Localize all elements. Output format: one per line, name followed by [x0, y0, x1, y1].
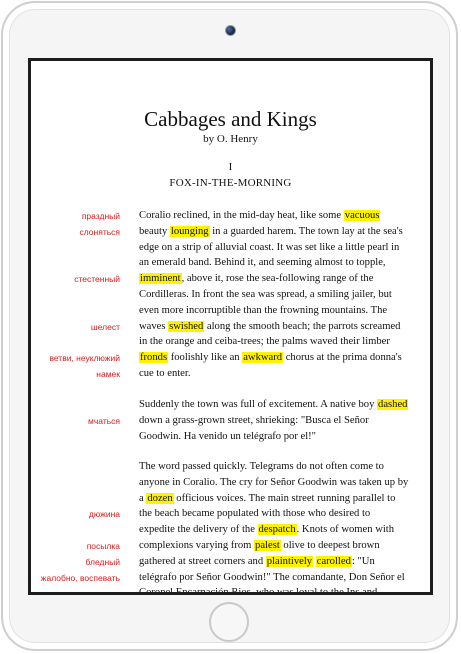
text-line: fronds foolishly like an awkward chorus … — [139, 350, 402, 366]
text-line: telégrafo por Señor Goodwin!" The comand… — [139, 570, 405, 586]
highlighted-word[interactable]: awkward — [242, 352, 284, 364]
text-span: even more incorruptible than the frownin… — [139, 304, 388, 316]
translation-gloss: слоняться — [79, 226, 120, 237]
text-span: in a guarded harem. The town lay at the … — [209, 225, 403, 237]
home-button[interactable] — [209, 602, 249, 642]
book-title: Cabbages and Kings — [144, 107, 317, 131]
front-camera — [225, 25, 236, 36]
text-span: beauty — [139, 225, 170, 237]
text-span: Cordilleras. In front the sea was spread… — [139, 288, 392, 300]
highlighted-word[interactable]: dozen — [146, 492, 174, 504]
text-span: complexions varying from — [139, 539, 255, 551]
text-line: Suddenly the town was full of excitement… — [139, 397, 409, 413]
text-span: edge on a strip of alluvial coast. It wa… — [139, 241, 400, 253]
chapter-number: I — [228, 161, 233, 173]
text-span: waves — [139, 320, 169, 332]
text-line: the beach became populated with those wh… — [139, 506, 399, 522]
text-line: an emerald band. Behind it, and seeming … — [139, 255, 399, 271]
text-span: olive to deepest brown — [280, 539, 380, 551]
translation-gloss: посылка — [86, 541, 120, 551]
text-line: The word passed quickly. Telegrams do no… — [139, 459, 399, 475]
text-line: Cordilleras. In front the sea was spread… — [139, 287, 399, 303]
reader-screen: Cabbages and Kings by O. Henry I FOX-IN-… — [31, 61, 430, 592]
paragraph: Suddenly the town was full of excitement… — [139, 397, 409, 445]
text-span: : "Un — [351, 555, 375, 567]
text-span: Suddenly the town was full of excitement… — [139, 399, 378, 410]
translation-gloss: жалобно, воспевать — [40, 572, 120, 583]
text-span: along the smooth beach; the parrots scre… — [204, 320, 401, 332]
text-line: Coralio reclined, in the mid-day heat, l… — [139, 208, 399, 224]
text-line: gathered at street corners and plaintive… — [139, 554, 399, 570]
translation-gloss: бледный — [85, 556, 121, 567]
highlighted-word[interactable]: lounging — [169, 225, 210, 237]
text-span: chorus at the prima donna's — [283, 352, 402, 364]
highlighted-word[interactable]: swished — [168, 320, 205, 332]
text-span: telégrafo por Señor Goodwin!" The comand… — [139, 571, 405, 583]
text-span: foolishly like an — [168, 352, 243, 364]
text-span: , above it, rose the sea-following range… — [181, 273, 374, 285]
paragraph: The word passed quickly. Telegrams do no… — [139, 459, 408, 592]
text-span: down a grass-grown street, shrieking: "B… — [139, 414, 369, 426]
text-line: edge on a strip of alluvial coast. It wa… — [139, 240, 399, 256]
translation-gloss: шелест — [90, 321, 120, 332]
text-line: complexions varying from palest olive to… — [139, 538, 399, 554]
paragraph: Coralio reclined, in the mid-day heat, l… — [139, 208, 403, 382]
text-line: a dozen officious voices. The main stree… — [139, 491, 399, 507]
text-span: in the orange and ceiba-trees; the palms… — [139, 336, 390, 348]
translation-gloss: стестенный — [74, 274, 120, 285]
text-line: imminent, above it, rose the sea-followi… — [139, 271, 399, 287]
translation-gloss: дюжина — [88, 509, 120, 520]
text-line: Goodwin. Ha venido un telégrafo por el!" — [139, 429, 399, 445]
text-span: an emerald band. Behind it, and seeming … — [139, 257, 386, 269]
text-span: The word passed quickly. Telegrams do no… — [139, 461, 384, 472]
highlighted-word[interactable]: fronds — [139, 352, 169, 364]
highlighted-word[interactable]: despatch — [257, 524, 297, 536]
text-span: cue to enter. — [139, 367, 191, 379]
text-line: even more incorruptible than the frownin… — [139, 303, 399, 319]
book-author: by O. Henry — [203, 133, 258, 145]
translation-gloss: намек — [96, 369, 120, 379]
text-line: beauty lounging in a guarded harem. The … — [139, 224, 403, 240]
highlighted-word[interactable]: carolled — [315, 555, 352, 567]
text-line: expedite the delivery of the despatch. K… — [139, 522, 399, 538]
text-span: Goodwin. Ha venido un telégrafo por el!" — [139, 430, 317, 442]
translation-gloss: ветви, неуклюжий — [49, 353, 120, 364]
text-line: Coronel Encarnación Rios, who was loyal … — [139, 585, 399, 592]
highlighted-word[interactable]: vacuous — [343, 210, 381, 221]
text-line: cue to enter. — [139, 366, 399, 382]
highlighted-word[interactable]: dashed — [377, 399, 409, 410]
text-line: in the orange and ceiba-trees; the palms… — [139, 334, 399, 350]
text-span: expedite the delivery of the — [139, 524, 258, 536]
text-span: Coronel Encarnación Rios, who was loyal … — [139, 587, 377, 592]
translation-gloss: праздный — [81, 211, 120, 221]
chapter-title: FOX-IN-THE-MORNING — [169, 177, 292, 189]
highlighted-word[interactable]: palest — [254, 539, 281, 551]
text-span: gathered at street corners and — [139, 555, 266, 567]
text-line: waves swished along the smooth beach; th… — [139, 319, 401, 335]
text-span: the beach became populated with those wh… — [139, 508, 371, 520]
highlighted-word[interactable]: plaintively — [265, 555, 314, 567]
text-span: Coralio reclined, in the mid-day heat, l… — [139, 210, 344, 221]
text-line: down a grass-grown street, shrieking: "B… — [139, 413, 399, 429]
highlighted-word[interactable]: imminent — [139, 273, 182, 285]
text-span: . Knots of women with — [296, 524, 395, 536]
text-span: anyone in Coralio. The cry for Señor Goo… — [139, 476, 409, 488]
text-span: officious voices. The main street runnin… — [173, 492, 396, 504]
translation-gloss: мчаться — [88, 415, 120, 426]
text-line: anyone in Coralio. The cry for Señor Goo… — [139, 475, 408, 491]
